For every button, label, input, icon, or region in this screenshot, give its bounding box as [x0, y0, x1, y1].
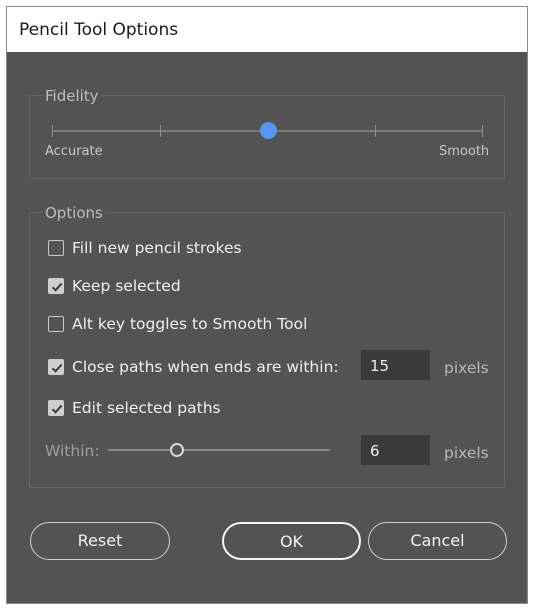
- fidelity-tick: [375, 125, 376, 137]
- cancel-button[interactable]: Cancel: [368, 522, 507, 560]
- within-unit-label: pixels: [444, 444, 489, 462]
- fidelity-accurate-label: Accurate: [45, 144, 103, 159]
- ok-button[interactable]: OK: [222, 522, 361, 560]
- fidelity-group-label: Fidelity: [43, 87, 101, 105]
- within-value-input[interactable]: 6: [361, 435, 430, 465]
- fidelity-tick: [482, 125, 483, 137]
- within-thumb[interactable]: [170, 443, 184, 457]
- fill-new-strokes-label[interactable]: Fill new pencil strokes: [72, 239, 242, 257]
- close-paths-checkbox[interactable]: [48, 359, 64, 375]
- edit-selected-label[interactable]: Edit selected paths: [72, 399, 221, 417]
- title-bar: Pencil Tool Options: [7, 7, 527, 52]
- within-track[interactable]: [108, 449, 330, 451]
- edit-selected-checkbox[interactable]: [48, 400, 64, 416]
- fidelity-thumb[interactable]: [260, 122, 277, 139]
- within-label: Within:: [45, 442, 100, 460]
- alt-toggle-label[interactable]: Alt key toggles to Smooth Tool: [72, 315, 307, 333]
- pencil-tool-options-dialog: Pencil Tool Options Fidelity Accurate Sm…: [6, 6, 528, 604]
- close-paths-unit-label: pixels: [444, 359, 489, 377]
- keep-selected-label[interactable]: Keep selected: [72, 277, 181, 295]
- close-paths-label[interactable]: Close paths when ends are within:: [72, 358, 339, 376]
- checkmark-icon: [51, 363, 63, 373]
- checkmark-icon: [51, 404, 63, 414]
- fidelity-tick: [160, 125, 161, 137]
- keep-selected-checkbox[interactable]: [48, 278, 64, 294]
- alt-toggle-checkbox[interactable]: [48, 316, 64, 332]
- close-paths-value-input[interactable]: 15: [361, 350, 430, 380]
- checkmark-icon: [51, 282, 63, 292]
- dialog-title: Pencil Tool Options: [19, 20, 179, 40]
- options-group-label: Options: [43, 204, 105, 222]
- fidelity-smooth-label: Smooth: [439, 144, 490, 159]
- fidelity-tick: [52, 125, 53, 137]
- reset-button[interactable]: Reset: [30, 522, 170, 560]
- fill-new-strokes-checkbox[interactable]: [48, 240, 64, 256]
